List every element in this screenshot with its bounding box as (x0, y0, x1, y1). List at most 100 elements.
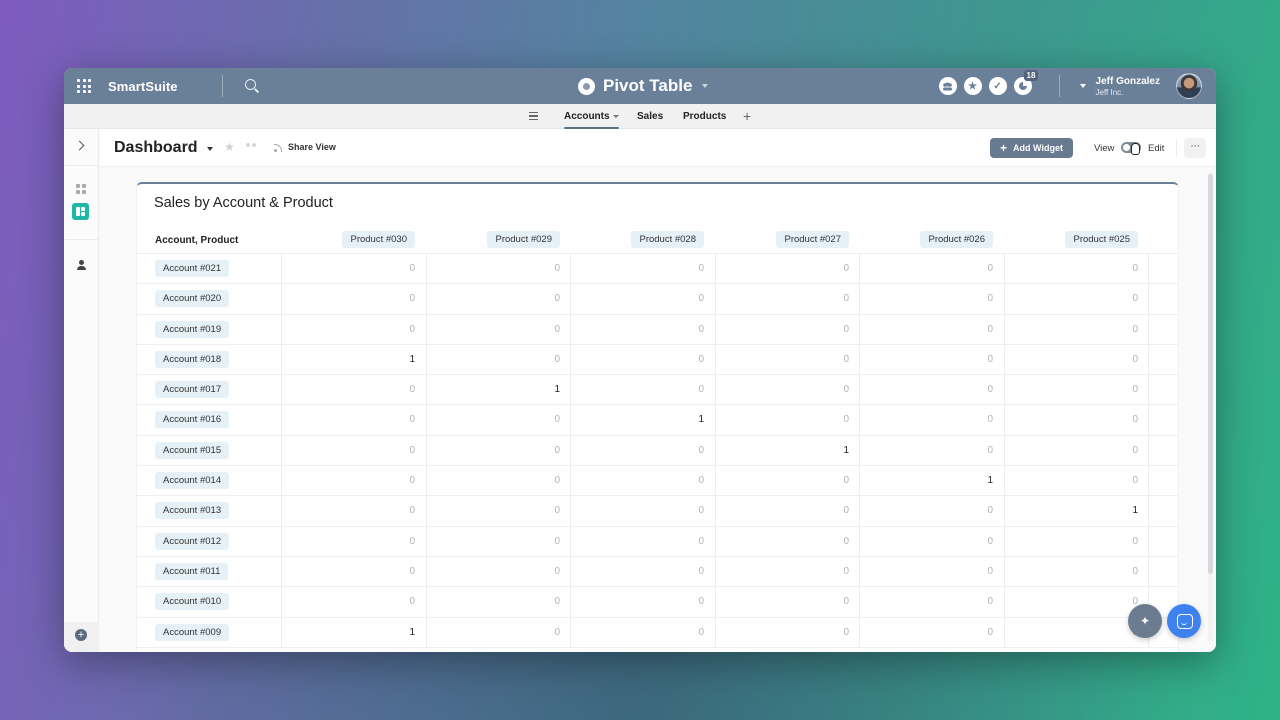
row-header[interactable]: Account #018 (155, 350, 230, 368)
tab-products[interactable]: Products (683, 104, 726, 129)
table-cell[interactable]: 0 (715, 556, 859, 587)
table-cell[interactable]: 0 (281, 466, 425, 497)
row-header[interactable]: Account #012 (155, 532, 230, 550)
search-icon[interactable] (244, 79, 259, 93)
row-header[interactable]: Account #015 (155, 441, 230, 459)
table-cell[interactable]: 0 (570, 314, 714, 345)
brand-logo[interactable]: SmartSuite (108, 79, 178, 94)
table-cell[interactable]: 0 (715, 496, 859, 527)
favorites-star-icon[interactable]: ★ (963, 77, 982, 95)
table-cell[interactable]: 0 (715, 617, 859, 648)
table-cell[interactable]: 0 (859, 254, 1003, 284)
chat-support-button[interactable] (1167, 604, 1201, 638)
chevron-down-icon[interactable] (207, 147, 213, 151)
menu-icon[interactable] (529, 112, 538, 120)
table-cell[interactable]: 0 (281, 314, 425, 345)
table-cell[interactable]: 1 (715, 435, 859, 466)
table-cell[interactable]: 0 (570, 617, 714, 648)
table-cell[interactable]: 0 (426, 617, 570, 648)
table-cell[interactable]: 0 (281, 556, 425, 587)
table-cell[interactable]: 0 (281, 435, 425, 466)
user-menu-caret-icon[interactable] (1079, 84, 1086, 88)
table-cell[interactable]: 0 (1004, 617, 1148, 648)
table-cell[interactable]: 0 (715, 405, 859, 436)
user-view-icon[interactable] (77, 260, 86, 270)
avatar[interactable] (1176, 73, 1202, 99)
table-cell[interactable]: 0 (859, 314, 1003, 345)
table-cell[interactable]: 0 (1004, 466, 1148, 497)
table-cell[interactable]: 0 (715, 344, 859, 375)
row-header[interactable]: Account #011 (155, 562, 229, 580)
column-header[interactable]: Product #029 (487, 231, 560, 248)
add-view-icon[interactable]: + (75, 629, 87, 641)
row-header[interactable]: Account #016 (155, 411, 230, 429)
people-icon[interactable] (245, 142, 257, 152)
row-header[interactable]: Account #010 (155, 593, 230, 611)
table-cell[interactable]: 0 (1004, 405, 1148, 436)
table-cell[interactable]: 0 (1004, 344, 1148, 375)
tab-accounts[interactable]: Accounts (564, 104, 619, 129)
row-header[interactable]: Account #014 (155, 472, 230, 490)
check-icon[interactable]: ✓ (988, 77, 1007, 95)
add-table-button[interactable]: + (743, 108, 751, 124)
table-cell[interactable]: 0 (859, 375, 1003, 406)
table-cell[interactable]: 0 (281, 587, 425, 618)
table-cell[interactable]: 0 (281, 526, 425, 557)
row-header[interactable]: Account #019 (155, 320, 230, 338)
table-cell[interactable]: 0 (426, 496, 570, 527)
column-header[interactable]: Product #030 (342, 231, 415, 248)
scrollbar-thumb[interactable] (1208, 174, 1213, 574)
table-cell[interactable]: 0 (859, 617, 1003, 648)
table-cell[interactable]: 0 (426, 254, 570, 284)
column-header[interactable]: Product #027 (776, 231, 849, 248)
table-cell[interactable]: 0 (570, 435, 714, 466)
table-cell[interactable]: 0 (426, 466, 570, 497)
expand-sidebar-chevron-icon[interactable] (74, 140, 85, 151)
members-icon[interactable] (938, 77, 957, 95)
table-cell[interactable]: 1 (570, 405, 714, 436)
share-view-button[interactable]: Share View (274, 142, 336, 152)
table-cell[interactable]: 0 (715, 254, 859, 284)
table-cell[interactable]: 0 (570, 587, 714, 618)
table-cell[interactable]: 0 (570, 496, 714, 527)
table-cell[interactable]: 0 (426, 405, 570, 436)
apps-grid-icon[interactable] (77, 79, 91, 93)
table-cell[interactable]: 1 (426, 375, 570, 406)
table-cell[interactable]: 0 (715, 526, 859, 557)
table-cell[interactable]: 0 (426, 587, 570, 618)
table-cell[interactable]: 0 (570, 526, 714, 557)
table-cell[interactable]: 0 (426, 314, 570, 345)
dashboard-view-icon[interactable] (72, 203, 89, 220)
table-cell[interactable]: 0 (859, 556, 1003, 587)
edit-mode-label[interactable]: Edit (1148, 143, 1164, 154)
table-cell[interactable]: 0 (859, 344, 1003, 375)
row-header[interactable]: Account #017 (155, 381, 230, 399)
table-cell[interactable]: 0 (570, 556, 714, 587)
add-widget-button[interactable]: + Add Widget (990, 138, 1073, 158)
table-cell[interactable]: 1 (281, 617, 425, 648)
more-options-button[interactable]: ··· (1184, 138, 1206, 158)
view-title[interactable]: Dashboard (114, 139, 198, 157)
user-menu[interactable]: Jeff Gonzalez Jeff Inc. (1096, 76, 1160, 97)
table-cell[interactable]: 0 (426, 526, 570, 557)
table-cell[interactable]: 0 (570, 344, 714, 375)
grid-view-icon[interactable] (76, 184, 86, 194)
table-cell[interactable]: 0 (1004, 284, 1148, 315)
table-cell[interactable]: 0 (715, 375, 859, 406)
table-cell[interactable]: 0 (281, 254, 425, 284)
table-cell[interactable]: 0 (1004, 254, 1148, 284)
table-cell[interactable]: 0 (570, 284, 714, 315)
table-cell[interactable]: 0 (281, 284, 425, 315)
table-cell[interactable]: 0 (1004, 556, 1148, 587)
table-cell[interactable]: 0 (859, 284, 1003, 315)
row-header[interactable]: Account #021 (155, 260, 230, 277)
table-cell[interactable]: 0 (570, 254, 714, 284)
row-header[interactable]: Account #013 (155, 502, 230, 520)
column-header[interactable]: Product #028 (631, 231, 704, 248)
table-cell[interactable]: 0 (1004, 587, 1148, 618)
table-cell[interactable]: 0 (859, 587, 1003, 618)
column-header[interactable]: Product #025 (1065, 231, 1138, 248)
pivot-table-widget[interactable]: Sales by Account & Product Account, Prod… (136, 182, 1179, 652)
table-cell[interactable]: 0 (715, 314, 859, 345)
table-cell[interactable]: 0 (281, 375, 425, 406)
